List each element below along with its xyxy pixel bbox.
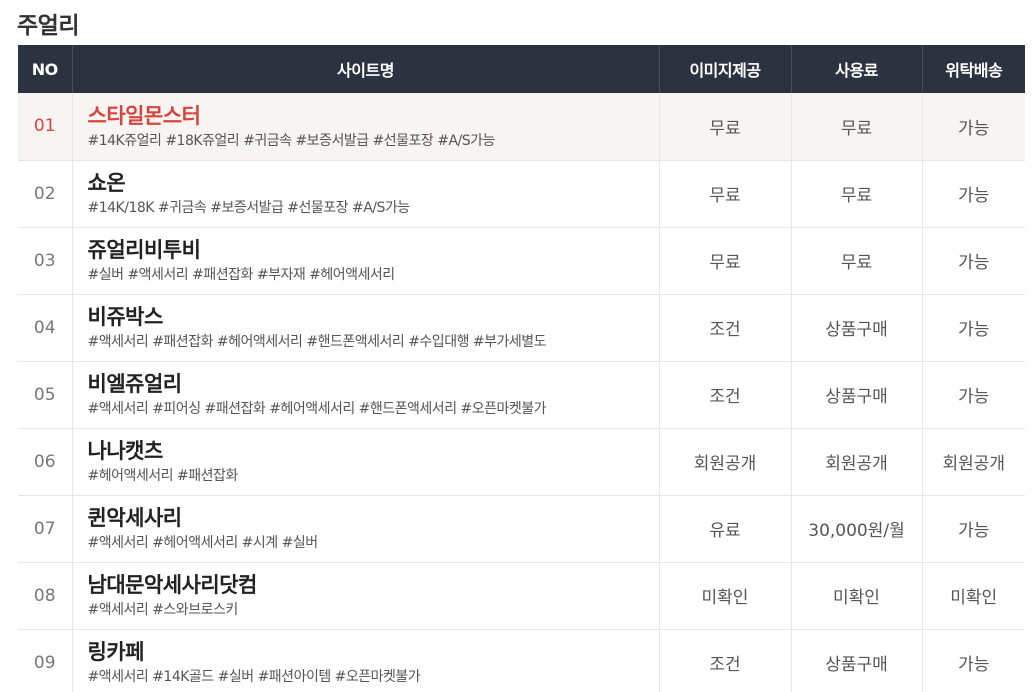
image-provided-cell: 유료 xyxy=(659,495,792,562)
consignment-cell: 미확인 xyxy=(950,588,998,608)
site-name-link[interactable]: 남대문악세사리닷컴 xyxy=(88,572,659,598)
consignment-cell: 가능 xyxy=(958,320,990,340)
usage-fee-cell: 무료 xyxy=(791,160,923,227)
site-name-link[interactable]: 링카페 xyxy=(88,639,659,665)
table-row[interactable]: 07 퀸악세사리 #액세서리 #헤어액세서리 #시계 #실버 유료 30,000원/월 가… xyxy=(18,495,1025,562)
header-no: NO xyxy=(18,45,73,93)
site-cell[interactable]: 스타일몬스터 #14K쥬얼리 #18K쥬얼리 #귀금속 #보증서발급 #선물포장 … xyxy=(72,93,660,160)
header-consignment-shipping: 위탁배송 xyxy=(945,61,1003,80)
site-tags: #14K쥬얼리 #18K쥬얼리 #귀금속 #보증서발급 #선물포장 #A/S가능 xyxy=(87,132,496,149)
header-image-provided: 이미지제공 xyxy=(659,45,792,93)
image-provided-cell: 미확인 xyxy=(659,562,792,629)
site-tags: #14K/18K #귀금속 #보증서발급 #선물포장 #A/S가능 xyxy=(87,200,411,216)
usage-fee-cell: 상품구매 xyxy=(791,629,923,692)
site-tags: #액세서리 #피어싱 #패션잡화 #헤어액세서리 #핸드폰액세서리 #오픈마켓불… xyxy=(87,401,547,417)
site-cell[interactable]: 쥬얼리비투비 #실버 #액세서리 #패션잡화 #부자재 #헤어액세서리 xyxy=(72,227,660,294)
image-provided-cell: 무료 xyxy=(659,227,792,294)
consignment-cell: 가능 xyxy=(958,655,990,675)
image-provided-cell: 조건 xyxy=(659,294,792,361)
consignment-cell: 가능 xyxy=(958,186,990,206)
usage-fee-cell: 무료 xyxy=(791,227,923,294)
image-provided-cell: 회원공개 xyxy=(659,428,792,495)
row-number: 08 xyxy=(18,562,73,629)
site-cell[interactable]: 비엘쥬얼리 #액세서리 #피어싱 #패션잡화 #헤어액세서리 #핸드폰액세서리 #… xyxy=(72,361,660,428)
table-row[interactable]: 01 스타일몬스터 #14K쥬얼리 #18K쥬얼리 #귀금속 #보증서발급 #선물포… xyxy=(18,93,1025,160)
table-row[interactable]: 03 쥬얼리비투비 #실버 #액세서리 #패션잡화 #부자재 #헤어액세서리 무료 무료… xyxy=(18,227,1025,294)
consignment-cell: 가능 xyxy=(958,521,990,541)
site-cell[interactable]: 퀸악세사리 #액세서리 #헤어액세서리 #시계 #실버 xyxy=(72,495,660,562)
usage-fee-cell: 무료 xyxy=(791,93,923,160)
site-name-link[interactable]: 퀸악세사리 xyxy=(88,505,659,531)
usage-fee-cell: 상품구매 xyxy=(791,361,923,428)
image-provided-cell: 조건 xyxy=(659,361,792,428)
table-row[interactable]: 08 남대문악세사리닷컴 #액세서리 #스와브로스키 미확인 미확인 미확인 xyxy=(18,562,1025,629)
usage-fee-cell: 미확인 xyxy=(791,562,923,629)
site-cell[interactable]: 링카페 #액세서리 #14K골드 #실버 #패션아이템 #오픈마켓불가 xyxy=(72,629,660,692)
row-number: 07 xyxy=(18,495,73,562)
header-site-name: 사이트명 xyxy=(72,45,660,93)
image-provided-cell: 무료 xyxy=(659,160,792,227)
row-number: 01 xyxy=(18,93,73,160)
consignment-cell: 가능 xyxy=(958,253,990,273)
table-row[interactable]: 02 쇼온 #14K/18K #귀금속 #보증서발급 #선물포장 #A/S가능 무료 무… xyxy=(18,160,1025,227)
table-row[interactable]: 09 링카페 #액세서리 #14K골드 #실버 #패션아이템 #오픈마켓불가 조건 상품… xyxy=(18,629,1025,692)
site-table: NO 사이트명 이미지제공 사용료 위탁배송 01 스타일몬스터 #14K쥬얼리 #… xyxy=(18,45,1025,692)
site-tags: #액세서리 #헤어액세서리 #시계 #실버 xyxy=(87,535,319,551)
row-number: 06 xyxy=(18,428,73,495)
site-name-link[interactable]: 쥬얼리비투비 xyxy=(88,237,659,263)
consignment-cell: 가능 xyxy=(958,118,990,139)
table-row[interactable]: 05 비엘쥬얼리 #액세서리 #피어싱 #패션잡화 #헤어액세서리 #핸드폰액세서리… xyxy=(18,361,1025,428)
table-row[interactable]: 04 비쥬박스 #액세서리 #패션잡화 #헤어액세서리 #핸드폰액세서리 #수입대행… xyxy=(18,294,1025,361)
row-number: 04 xyxy=(18,294,73,361)
site-cell[interactable]: 쇼온 #14K/18K #귀금속 #보증서발급 #선물포장 #A/S가능 xyxy=(72,160,660,227)
consignment-cell: 회원공개 xyxy=(942,454,1006,474)
page-title: 주얼리 xyxy=(17,13,79,39)
site-tags: #헤어액세서리 #패션잡화 xyxy=(87,468,239,484)
site-name-link[interactable]: 스타일몬스터 xyxy=(88,103,659,129)
table-header-row: NO 사이트명 이미지제공 사용료 위탁배송 xyxy=(18,45,1025,93)
site-name-link[interactable]: 비쥬박스 xyxy=(88,304,659,330)
usage-fee-cell: 상품구매 xyxy=(791,294,923,361)
site-cell[interactable]: 비쥬박스 #액세서리 #패션잡화 #헤어액세서리 #핸드폰액세서리 #수입대행 #… xyxy=(72,294,660,361)
row-number: 09 xyxy=(18,629,73,692)
site-cell[interactable]: 남대문악세사리닷컴 #액세서리 #스와브로스키 xyxy=(72,562,660,629)
site-name-link[interactable]: 쇼온 xyxy=(88,170,659,196)
site-name-link[interactable]: 비엘쥬얼리 xyxy=(88,371,659,397)
consignment-cell: 가능 xyxy=(958,387,990,407)
usage-fee-cell: 회원공개 xyxy=(791,428,923,495)
row-number: 02 xyxy=(18,160,73,227)
header-usage-fee: 사용료 xyxy=(791,45,923,93)
site-cell[interactable]: 나나캣츠 #헤어액세서리 #패션잡화 xyxy=(72,428,660,495)
site-tags: #액세서리 #스와브로스키 xyxy=(87,602,239,618)
site-name-link[interactable]: 나나캣츠 xyxy=(88,438,659,464)
row-number: 05 xyxy=(18,361,73,428)
image-provided-cell: 조건 xyxy=(659,629,792,692)
usage-fee-cell: 30,000원/월 xyxy=(791,495,923,562)
site-tags: #실버 #액세서리 #패션잡화 #부자재 #헤어액세서리 xyxy=(87,267,396,283)
site-tags: #액세서리 #패션잡화 #헤어액세서리 #핸드폰액세서리 #수입대행 #부가세별… xyxy=(87,334,547,350)
row-number: 03 xyxy=(18,227,73,294)
table-row[interactable]: 06 나나캣츠 #헤어액세서리 #패션잡화 회원공개 회원공개 회원공개 xyxy=(18,428,1025,495)
image-provided-cell: 무료 xyxy=(659,93,792,160)
site-tags: #액세서리 #14K골드 #실버 #패션아이템 #오픈마켓불가 xyxy=(87,669,421,685)
